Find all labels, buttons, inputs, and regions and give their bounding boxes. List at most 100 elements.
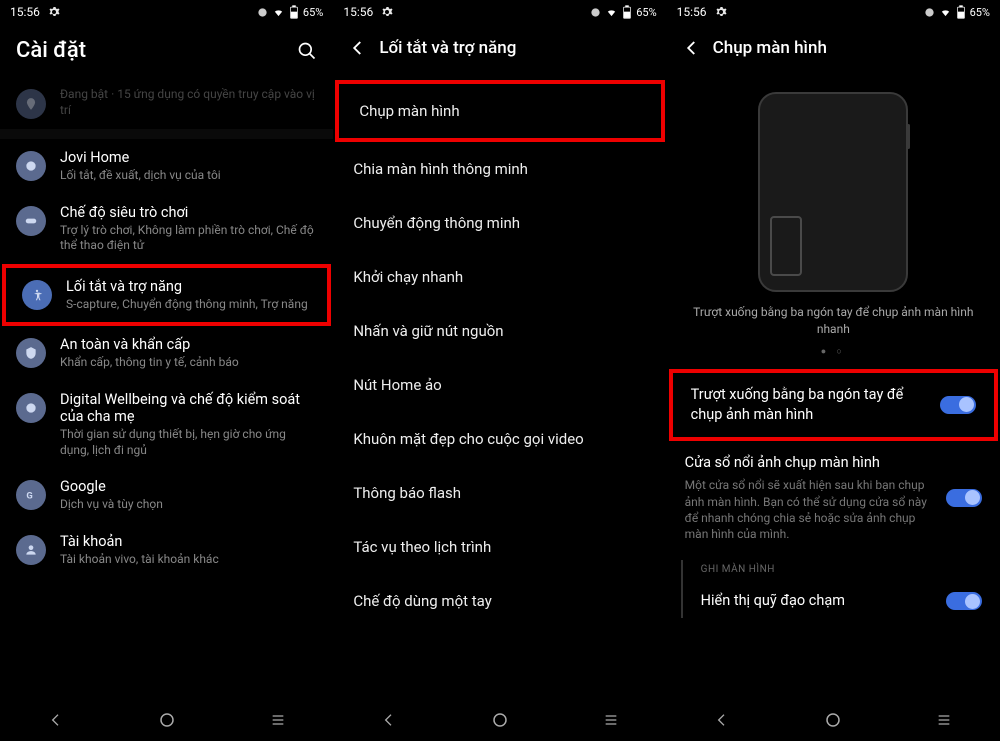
list-title: An toàn và khẩn cấp [60, 336, 317, 353]
list-item[interactable]: Digital Wellbeing và chế độ kiểm soát củ… [0, 381, 333, 468]
battery-icon [622, 5, 632, 19]
list-item[interactable]: Đang bật · 15 ứng dụng có quyền truy cập… [0, 77, 333, 129]
nav-recent[interactable] [600, 709, 622, 731]
page-title: Chụp màn hình [713, 38, 984, 58]
status-time: 15:56 [10, 5, 40, 19]
navbar [0, 699, 333, 741]
wellbeing-icon [16, 393, 46, 423]
list-item[interactable]: Jovi Home Lối tắt, đề xuất, dịch vụ của … [0, 139, 333, 194]
toggle-title: Cửa sổ nổi ảnh chụp màn hình [685, 453, 936, 473]
nav-back[interactable] [711, 709, 733, 731]
menu-item[interactable]: Chế độ dùng một tay [333, 574, 666, 628]
wifi-icon [605, 7, 618, 18]
back-icon[interactable] [349, 39, 367, 57]
battery-icon [956, 5, 966, 19]
screen-shortcuts: 15:56 65% Lối tắt và trợ năng Chụp màn h… [333, 0, 666, 741]
nav-home[interactable] [822, 709, 844, 731]
list-item[interactable]: Chế độ siêu trò chơi Trợ lý trò chơi, Kh… [0, 194, 333, 264]
screenshot-settings: Trượt xuống bằng ba ngón tay để chụp ảnh… [667, 72, 1000, 699]
list-subtitle: Lối tắt, đề xuất, dịch vụ của tôi [60, 168, 317, 184]
wifi-icon [272, 7, 285, 18]
jovi-icon [16, 151, 46, 181]
nav-recent[interactable] [267, 709, 289, 731]
list-title: Jovi Home [60, 149, 317, 166]
wifi-icon [939, 7, 952, 18]
toggle-show-touch[interactable]: Hiển thị quỹ đạo chạm [683, 579, 1000, 623]
gear-icon [715, 6, 727, 18]
menu-item[interactable]: Chuyển động thông minh [333, 196, 666, 250]
toggle-floating-window[interactable]: Cửa sổ nổi ảnh chụp màn hình Một cửa sổ … [667, 441, 1000, 554]
svg-text:G: G [26, 491, 32, 502]
list-subtitle: Thời gian sử dụng thiết bị, hẹn giờ cho … [60, 427, 317, 458]
header: Lối tắt và trợ năng [333, 24, 666, 72]
list-title: Tài khoản [60, 533, 317, 550]
list-subtitle: S-capture, Chuyển động thông minh, Trợ n… [66, 297, 311, 313]
page-title: Cài đặt [16, 38, 285, 63]
menu-item[interactable]: Chia màn hình thông minh [333, 142, 666, 196]
list-title: Digital Wellbeing và chế độ kiểm soát củ… [60, 391, 317, 425]
page-dots: ● ○ [667, 346, 1000, 357]
navbar [333, 699, 666, 741]
list-item[interactable]: An toàn và khẩn cấp Khẩn cấp, thông tin … [0, 326, 333, 381]
screen-settings: 15:56 65% Cài đặt Đang bật · 15 ứng dụng… [0, 0, 333, 741]
toggle-switch[interactable] [946, 489, 982, 507]
menu-item[interactable]: Tác vụ theo lịch trình [333, 520, 666, 574]
shortcuts-list: Chụp màn hình Chia màn hình thông minh C… [333, 72, 666, 699]
location-icon [16, 89, 46, 119]
priority-icon [257, 7, 268, 18]
priority-icon [924, 7, 935, 18]
list-title: Chế độ siêu trò chơi [60, 204, 317, 221]
list-subtitle: Trợ lý trò chơi, Không làm phiền trò chơ… [60, 223, 317, 254]
header: Cài đặt [0, 24, 333, 77]
nav-back[interactable] [45, 709, 67, 731]
nav-home[interactable] [489, 709, 511, 731]
toggle-title: Trượt xuống bằng ba ngón tay để chụp ảnh… [691, 385, 930, 426]
highlight-box: Trượt xuống bằng ba ngón tay để chụp ảnh… [669, 369, 998, 442]
statusbar: 15:56 65% [0, 0, 333, 24]
list-subtitle: Đang bật · 15 ứng dụng có quyền truy cập… [60, 87, 317, 118]
status-time: 15:56 [343, 5, 373, 19]
nav-back[interactable] [378, 709, 400, 731]
statusbar: 15:56 65% [333, 0, 666, 24]
menu-item-screenshot[interactable]: Chụp màn hình [339, 84, 660, 138]
game-icon [16, 206, 46, 236]
menu-item[interactable]: Nhấn và giữ nút nguồn [333, 304, 666, 358]
toggle-three-finger[interactable]: Trượt xuống bằng ba ngón tay để chụp ảnh… [673, 373, 994, 438]
illustration-caption: Trượt xuống bằng ba ngón tay để chụp ảnh… [667, 304, 1000, 338]
menu-item[interactable]: Nút Home ảo [333, 358, 666, 412]
gear-icon [381, 6, 393, 18]
menu-item[interactable]: Thông báo flash [333, 466, 666, 520]
battery-icon [289, 5, 299, 19]
list-item[interactable]: G Google Dịch vụ và tùy chọn [0, 468, 333, 523]
toggle-switch[interactable] [946, 592, 982, 610]
highlight-box: Lối tắt và trợ năng S-capture, Chuyển độ… [2, 264, 331, 327]
highlight-box: Chụp màn hình [335, 80, 664, 142]
page-title: Lối tắt và trợ năng [379, 38, 650, 58]
phone-illustration [758, 92, 908, 292]
header: Chụp màn hình [667, 24, 1000, 72]
list-item[interactable]: Tài khoản Tài khoản vivo, tài khoản khác [0, 523, 333, 578]
toggle-switch[interactable] [940, 396, 976, 414]
status-time: 15:56 [677, 5, 707, 19]
search-icon[interactable] [297, 41, 317, 61]
statusbar: 15:56 65% [667, 0, 1000, 24]
status-battery: 65% [303, 6, 323, 19]
nav-home[interactable] [156, 709, 178, 731]
list-title: Lối tắt và trợ năng [66, 278, 311, 295]
section-label: GHI MÀN HÌNH [683, 554, 1000, 579]
gear-icon [48, 6, 60, 18]
google-icon: G [16, 480, 46, 510]
list-subtitle: Khẩn cấp, thông tin y tế, cảnh báo [60, 355, 317, 371]
menu-item[interactable]: Khuôn mặt đẹp cho cuộc gọi video [333, 412, 666, 466]
toggle-title: Hiển thị quỹ đạo chạm [701, 591, 936, 611]
back-icon[interactable] [683, 39, 701, 57]
accessibility-icon [22, 280, 52, 310]
safety-icon [16, 338, 46, 368]
list-title: Google [60, 478, 317, 495]
navbar [667, 699, 1000, 741]
status-battery: 65% [636, 6, 656, 19]
list-item-shortcuts[interactable]: Lối tắt và trợ năng S-capture, Chuyển độ… [6, 268, 327, 323]
nav-recent[interactable] [933, 709, 955, 731]
menu-item[interactable]: Khởi chạy nhanh [333, 250, 666, 304]
priority-icon [590, 7, 601, 18]
